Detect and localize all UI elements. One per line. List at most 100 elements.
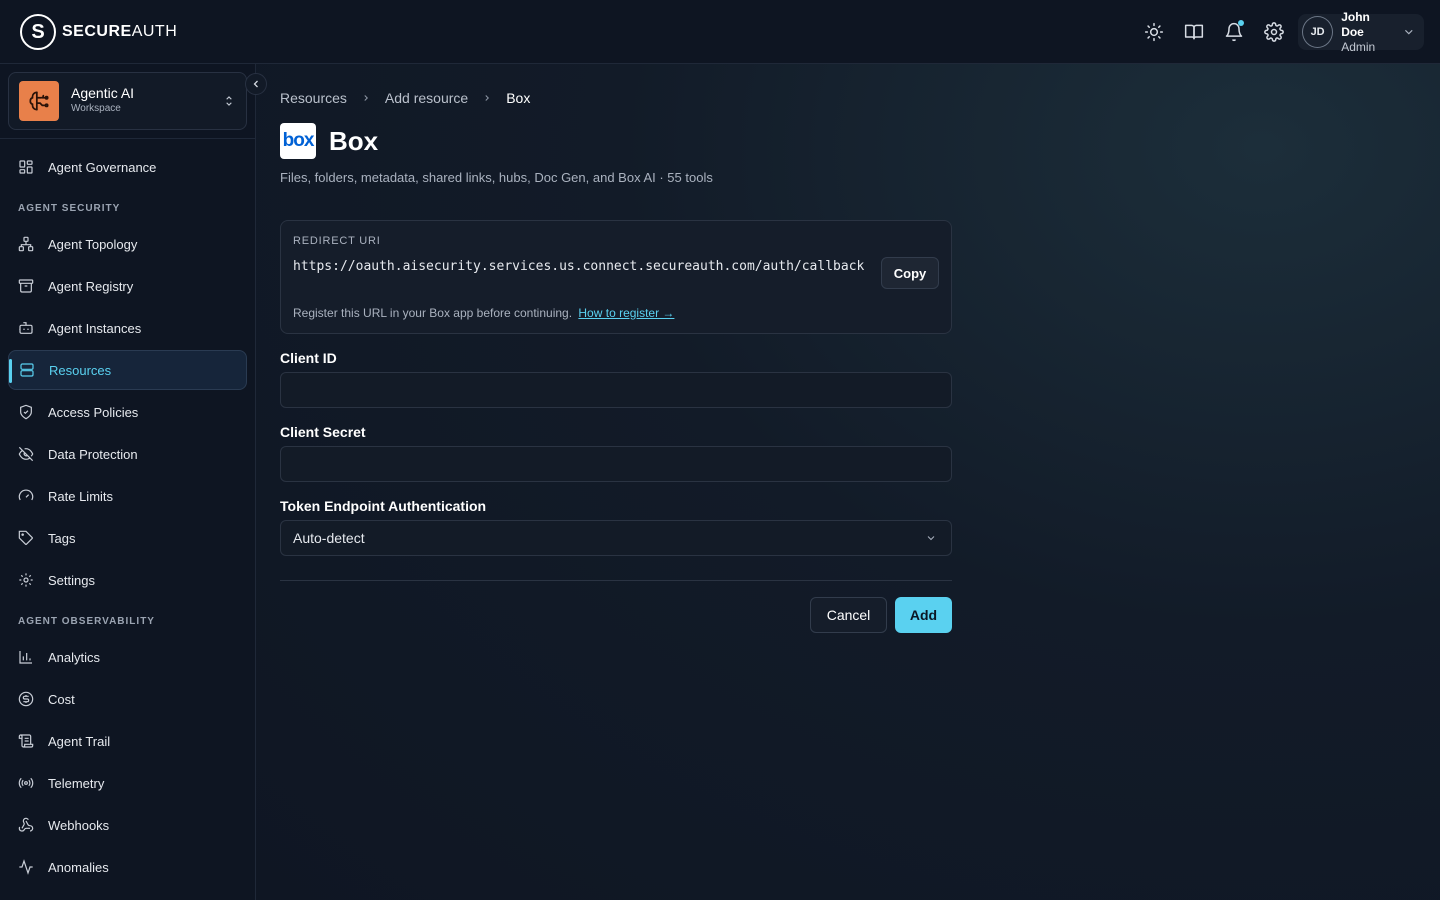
sidebar-item-data-protection[interactable]: Data Protection	[8, 434, 247, 474]
book-icon[interactable]	[1174, 14, 1214, 50]
workspace-switcher[interactable]: Agentic AI Workspace	[8, 72, 247, 130]
token-auth-value: Auto-detect	[293, 530, 365, 546]
chevron-right-icon	[364, 95, 368, 101]
chevron-down-icon	[927, 536, 935, 541]
sidebar-item-telemetry[interactable]: Telemetry	[8, 763, 247, 803]
divider	[0, 138, 255, 139]
breadcrumb-resources[interactable]: Resources	[280, 90, 347, 106]
token-auth-select[interactable]: Auto-detect	[280, 520, 952, 556]
sidebar-item-label: Telemetry	[48, 775, 105, 791]
page-header: box Box	[280, 123, 378, 159]
main-content: Resources Add resource Box box Box Files…	[256, 64, 1440, 900]
sidebar-item-label: Anomalies	[48, 859, 109, 875]
dashboard-icon	[18, 159, 34, 175]
chevron-left-icon	[253, 80, 258, 88]
sidebar-item-label: Resources	[49, 362, 112, 378]
box-logo-icon: box	[280, 123, 316, 159]
section-label-agent-observability: AGENT OBSERVABILITY	[18, 616, 155, 627]
breadcrumb: Resources Add resource Box	[280, 90, 530, 106]
sidebar-item-label: Data Protection	[48, 446, 138, 462]
webhook-icon	[18, 817, 34, 833]
add-button[interactable]: Add	[895, 597, 952, 633]
dollar-icon	[18, 691, 34, 707]
sidebar-item-rate-limits[interactable]: Rate Limits	[8, 476, 247, 516]
sidebar-item-agent-instances[interactable]: Agent Instances	[8, 308, 247, 348]
sidebar-item-analytics[interactable]: Analytics	[8, 637, 247, 677]
bell-icon[interactable]	[1214, 14, 1254, 50]
sidebar-item-label: Access Policies	[48, 404, 139, 420]
sidebar-item-agent-trail[interactable]: Agent Trail	[8, 721, 247, 761]
sidebar-item-label: Tags	[48, 530, 76, 546]
eye-off-icon	[18, 446, 34, 462]
scroll-icon	[18, 733, 34, 749]
token-auth-label: Token Endpoint Authentication	[280, 498, 487, 514]
user-name: John Doe	[1341, 9, 1370, 39]
sidebar-item-access-policies[interactable]: Access Policies	[8, 392, 247, 432]
sidebar-item-label: Analytics	[48, 649, 101, 665]
copy-button[interactable]: Copy	[881, 257, 939, 289]
divider	[280, 580, 952, 581]
sidebar-item-anomalies[interactable]: Anomalies	[8, 847, 247, 887]
user-role: Admin	[1341, 39, 1376, 54]
brand-mark-icon: S	[20, 14, 56, 50]
redirect-uri-card: REDIRECT URI https://oauth.aisecurity.se…	[280, 220, 952, 334]
how-to-register-link[interactable]: How to register →	[578, 306, 674, 320]
notification-dot	[1238, 20, 1244, 26]
client-secret-label: Client Secret	[280, 424, 366, 440]
page-title: Box	[329, 125, 379, 156]
sidebar-item-label: Agent Topology	[48, 236, 138, 252]
section-label-agent-security: AGENT SECURITY	[18, 203, 121, 214]
collapse-sidebar-button[interactable]	[245, 73, 267, 95]
bot-icon	[18, 320, 34, 336]
user-info: John Doe Admin	[1341, 10, 1394, 55]
redirect-uri-label: REDIRECT URI	[293, 235, 381, 247]
topology-icon	[18, 236, 34, 252]
sidebar-item-cost[interactable]: Cost	[8, 679, 247, 719]
sidebar-item-label: Agent Registry	[48, 278, 134, 294]
user-menu[interactable]: JD John Doe Admin	[1298, 10, 1424, 54]
redirect-help: Register this URL in your Box app before…	[293, 306, 674, 320]
sidebar-item-label: Agent Trail	[48, 733, 111, 749]
chevron-down-icon	[1405, 29, 1413, 35]
sidebar-item-label: Settings	[48, 572, 95, 588]
brand-name: SECUREAUTH	[62, 23, 177, 41]
workspace-type: Workspace	[71, 103, 121, 114]
sidebar-item-resources[interactable]: Resources	[8, 350, 247, 390]
sidebar-item-webhooks[interactable]: Webhooks	[8, 805, 247, 845]
avatar: JD	[1302, 16, 1334, 48]
sidebar-item-settings[interactable]: Settings	[8, 560, 247, 600]
bar-chart-icon	[18, 649, 34, 665]
cancel-button[interactable]: Cancel	[810, 597, 887, 633]
gear-icon	[18, 572, 34, 588]
workspace-logo-icon	[19, 81, 59, 121]
sidebar-item-label: Agent Governance	[48, 159, 157, 175]
workspace-info: Agentic AI Workspace	[71, 85, 134, 117]
sidebar-item-agent-registry[interactable]: Agent Registry	[8, 266, 247, 306]
radio-icon	[18, 775, 34, 791]
breadcrumb-current: Box	[506, 90, 531, 106]
sun-icon[interactable]	[1134, 14, 1174, 50]
chevron-right-icon	[485, 95, 490, 101]
sidebar-item-label: Webhooks	[48, 817, 110, 833]
sidebar-item-agent-topology[interactable]: Agent Topology	[8, 224, 247, 264]
redirect-uri-value: https://oauth.aisecurity.services.us.con…	[293, 259, 865, 274]
brand-logo[interactable]: S SECUREAUTH	[20, 14, 177, 50]
sidebar-item-label: Agent Instances	[48, 320, 142, 336]
server-icon	[19, 362, 35, 378]
sidebar: Agentic AI Workspace Agent Governance AG…	[0, 64, 256, 900]
client-secret-input[interactable]	[280, 446, 952, 482]
tag-icon	[18, 530, 34, 546]
client-id-input[interactable]	[280, 372, 952, 408]
workspace-name: Agentic AI	[71, 85, 135, 101]
gear-icon[interactable]	[1254, 14, 1294, 50]
top-actions: JD John Doe Admin	[1134, 10, 1424, 54]
sidebar-item-agent-governance[interactable]: Agent Governance	[8, 147, 247, 187]
sidebar-item-tags[interactable]: Tags	[8, 518, 247, 558]
brand-name-bold: SECURE	[62, 23, 132, 40]
activity-icon	[18, 859, 34, 875]
archive-icon	[18, 278, 34, 294]
page-subtitle: Files, folders, metadata, shared links, …	[280, 170, 713, 185]
shield-icon	[18, 404, 34, 420]
breadcrumb-add-resource[interactable]: Add resource	[385, 90, 468, 106]
top-bar: S SECUREAUTH JD John Doe Admin	[0, 0, 1440, 64]
